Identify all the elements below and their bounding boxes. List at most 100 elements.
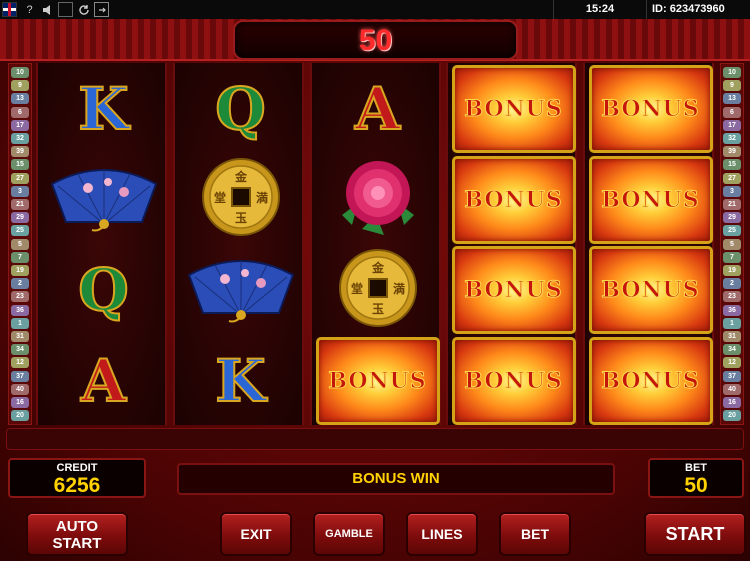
bonus-text: BONUS [601,277,700,304]
clock: 15:24 [585,3,615,15]
reel-cell: Q [38,245,169,335]
symbol-k: K [214,346,266,415]
bonus-text: BONUS [601,186,700,213]
line-number: 36 [723,304,741,316]
svg-text:堂: 堂 [213,190,225,205]
line-number: 31 [11,331,29,342]
reel-cell: BONUS [448,245,579,335]
line-numbers-right: 10 9 13 6 17 32 39 15 27 3 21 29 25 5 7 19 2 23 36 1 31 34 12 3… [720,63,744,425]
bonus-symbol: BONUS [451,155,576,244]
auto-start-button[interactable]: AUTO START [26,512,128,556]
line-number: 36 [11,304,29,316]
uk-flag-icon[interactable] [2,2,17,17]
coin-icon: 金玉堂 満 [200,156,282,243]
reel-cell: A [312,64,443,154]
help-icon[interactable]: ? [22,2,37,17]
bonus-text: BONUS [601,96,700,123]
bonus-text: BONUS [464,367,563,394]
exit-button[interactable]: EXIT [220,512,292,556]
fan-icon [185,253,297,328]
bet-value: 50 [684,474,708,497]
exit-icon[interactable] [94,2,109,17]
line-number: 23 [11,291,29,303]
gamble-label: GAMBLE [325,528,373,540]
line-number: 29 [11,212,29,224]
line-number: 10 [723,67,741,78]
bet-button[interactable]: BET [499,512,571,556]
bonus-text: BONUS [328,367,427,394]
svg-text:満: 満 [392,281,404,296]
line-number: 19 [723,265,741,276]
gamble-button[interactable]: GAMBLE [313,512,385,556]
svg-text:金: 金 [233,169,247,184]
sound-icon[interactable] [40,2,55,17]
credit-value: 6256 [53,474,101,497]
line-number: 25 [11,225,29,237]
line-number: 25 [723,225,741,237]
bonus-text: BONUS [464,277,563,304]
exit-label: EXIT [240,526,272,542]
bonus-text: BONUS [601,367,700,394]
reel: BONUS BONUS BONUS BONUS [583,63,714,425]
line-number: 21 [723,199,741,210]
line-number: 31 [723,331,741,342]
line-number: 29 [723,212,741,224]
line-number: 40 [11,383,29,395]
reel-cell: A [38,336,169,426]
line-number: 12 [723,357,741,369]
help-glyph: ? [26,3,33,16]
line-number: 17 [723,119,741,131]
divider [646,0,647,19]
bonus-symbol: BONUS [588,336,713,425]
reel-cell: BONUS [585,64,716,154]
line-number: 32 [11,133,29,144]
win-counter: 50 [233,20,518,60]
reel-cell: 金玉堂 満 [175,155,306,245]
lines-button[interactable]: LINES [406,512,478,556]
refresh-icon[interactable] [76,2,91,17]
credit-panel: CREDIT 6256 [8,458,146,498]
line-number: 5 [723,238,741,250]
reel: K QA [36,63,167,425]
symbol-q: Q [77,256,130,324]
line-number: 37 [723,370,741,382]
line-number: 9 [723,80,741,92]
coin-icon: 金玉堂 満 [337,247,419,334]
line-number: 6 [723,106,741,118]
line-number: 39 [723,146,741,158]
line-number: 19 [11,265,29,276]
line-number: 9 [11,80,29,92]
line-number: 27 [723,172,741,184]
lines-label: LINES [421,526,463,542]
line-number: 1 [723,317,741,329]
line-number: 3 [11,185,29,197]
line-number: 10 [11,67,29,78]
bonus-symbol: BONUS [588,65,713,153]
bonus-symbol: BONUS [451,336,576,425]
reel-cell: BONUS [448,336,579,426]
reel-cell [38,155,169,245]
line-number: 21 [11,199,29,210]
symbol-a: A [80,346,127,415]
flower-icon [332,155,424,244]
line-number: 32 [723,133,741,144]
line-number: 20 [723,410,741,422]
line-number: 39 [11,146,29,158]
reel: BONUS BONUS BONUS BONUS [446,63,577,425]
line-number: 40 [723,383,741,395]
auto-start-label-2: START [52,535,102,552]
fullscreen-icon[interactable] [58,2,73,17]
bonus-text: BONUS [464,186,563,213]
line-number: 2 [723,278,741,290]
line-number: 2 [11,278,29,290]
reel-cell: K [175,336,306,426]
start-button[interactable]: START [644,512,746,556]
line-number: 15 [723,159,741,171]
reel-cell: BONUS [585,245,716,335]
reel-cell: BONUS [312,336,443,426]
line-number: 13 [723,93,741,105]
symbol-a: A [354,75,401,143]
line-number: 34 [11,344,29,356]
machine-id: ID: 623473960 [652,3,725,15]
svg-text:玉: 玉 [234,211,246,225]
